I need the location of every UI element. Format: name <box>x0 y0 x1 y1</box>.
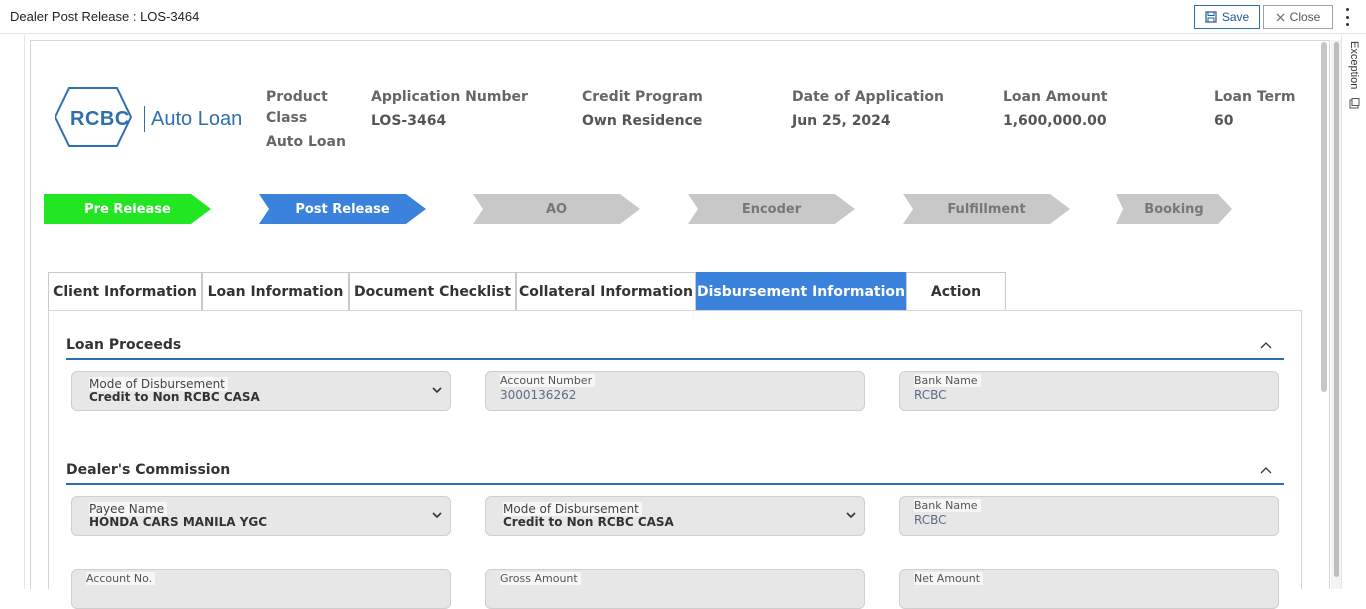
date-of-application-label: Date of Application <box>792 89 945 105</box>
gross-amount-field[interactable]: Gross Amount <box>485 569 865 609</box>
field-label: Bank Name <box>914 374 981 387</box>
outer-scrollbar-thumb[interactable] <box>1334 42 1339 577</box>
field-label: Mode of Disbursement <box>503 502 642 516</box>
tab-client-information[interactable]: Client Information <box>48 272 202 310</box>
tab-loan-information[interactable]: Loan Information <box>202 272 349 310</box>
step-encoder: Encoder <box>688 194 855 224</box>
step-label: Post Release <box>295 201 390 217</box>
field-label: Mode of Disbursement <box>89 377 228 391</box>
loan-term-label: Loan Term <box>1214 89 1296 105</box>
payee-name-select[interactable]: Payee Name HONDA CARS MANILA YGC <box>71 496 451 536</box>
more-options-icon[interactable] <box>1341 8 1353 26</box>
step-label: Fulfillment <box>947 201 1026 217</box>
product-label: Product <box>266 89 328 105</box>
save-label: Save <box>1221 10 1250 24</box>
logo-separator <box>144 106 145 132</box>
tab-disbursement-information[interactable]: Disbursement Information <box>696 272 906 310</box>
credit-program-value: Own Residence <box>582 113 703 129</box>
close-button[interactable]: Close <box>1263 5 1333 29</box>
step-booking: Booking <box>1116 194 1232 224</box>
tab-action[interactable]: Action <box>906 272 1006 310</box>
exception-label[interactable]: Exception <box>1348 41 1360 89</box>
field-value: Credit to Non RCBC CASA <box>89 390 260 404</box>
left-divider <box>24 35 25 589</box>
inner-scrollbar-thumb[interactable] <box>1321 42 1327 392</box>
step-post-release: Post Release <box>259 194 426 224</box>
loan-proceeds-mode-select[interactable]: Mode of Disbursement Credit to Non RCBC … <box>71 371 451 411</box>
field-label: Payee Name <box>89 502 168 516</box>
loan-amount-value: 1,600,000.00 <box>1003 113 1107 129</box>
chevron-down-icon <box>432 387 442 394</box>
step-pre-release: Pre Release <box>44 194 211 224</box>
commission-mode-select[interactable]: Mode of Disbursement Credit to Non RCBC … <box>485 496 865 536</box>
exception-icon[interactable] <box>1349 98 1360 109</box>
loan-amount-label: Loan Amount <box>1003 89 1108 105</box>
dealers-commission-divider <box>66 483 1284 485</box>
dealers-commission-title: Dealer's Commission <box>66 462 231 478</box>
rcbc-auto-loan-logo: RCBC Auto Loan <box>55 86 245 148</box>
loan-term-value: 60 <box>1214 113 1234 129</box>
field-label: Account No. <box>86 572 156 585</box>
field-value: RCBC <box>914 388 947 402</box>
field-label: Gross Amount <box>500 572 581 585</box>
step-label: Encoder <box>741 201 802 217</box>
class-label: Class <box>266 110 308 126</box>
disbursement-panel <box>48 310 1302 589</box>
step-label: Pre Release <box>84 201 171 217</box>
title-bar: Dealer Post Release : LOS-3464 Save Clos… <box>0 0 1366 34</box>
loan-proceeds-divider <box>66 358 1284 360</box>
logo-product: Auto Loan <box>151 108 243 130</box>
field-value: Credit to Non RCBC CASA <box>503 515 674 529</box>
exception-rail[interactable]: Exception <box>1341 35 1366 589</box>
net-amount-field[interactable]: Net Amount <box>899 569 1279 609</box>
tab-collateral-information[interactable]: Collateral Information <box>516 272 696 310</box>
close-label: Close <box>1289 10 1321 24</box>
field-value: RCBC <box>914 513 947 527</box>
chevron-up-icon[interactable] <box>1260 341 1272 349</box>
account-no-field[interactable]: Account No. <box>71 569 451 609</box>
step-fulfillment: Fulfillment <box>903 194 1070 224</box>
field-value: 3000136262 <box>500 388 577 402</box>
class-value: Auto Loan <box>266 134 346 150</box>
field-label: Net Amount <box>914 572 984 585</box>
logo-brand: RCBC <box>70 108 130 130</box>
tab-document-checklist[interactable]: Document Checklist <box>349 272 516 310</box>
save-icon <box>1205 11 1217 23</box>
loan-proceeds-title: Loan Proceeds <box>66 337 182 353</box>
step-ao: AO <box>473 194 640 224</box>
close-icon <box>1276 13 1285 21</box>
credit-program-label: Credit Program <box>582 89 703 105</box>
date-of-application-value: Jun 25, 2024 <box>792 113 891 129</box>
chevron-up-icon[interactable] <box>1260 466 1272 474</box>
application-number-value: LOS-3464 <box>371 113 447 129</box>
window-title: Dealer Post Release : LOS-3464 <box>10 9 200 24</box>
loan-proceeds-account-number-field: Account Number 3000136262 <box>485 371 865 411</box>
chevron-down-icon <box>432 512 442 519</box>
application-number-label: Application Number <box>371 89 528 105</box>
chevron-down-icon <box>846 512 856 519</box>
step-label: Booking <box>1144 201 1204 217</box>
step-label: AO <box>545 201 568 217</box>
commission-bank-name-field: Bank Name RCBC <box>899 496 1279 536</box>
field-value: HONDA CARS MANILA YGC <box>89 515 268 529</box>
loan-proceeds-bank-name-field: Bank Name RCBC <box>899 371 1279 411</box>
save-button[interactable]: Save <box>1194 5 1260 29</box>
field-label: Account Number <box>500 374 596 387</box>
field-label: Bank Name <box>914 499 981 512</box>
